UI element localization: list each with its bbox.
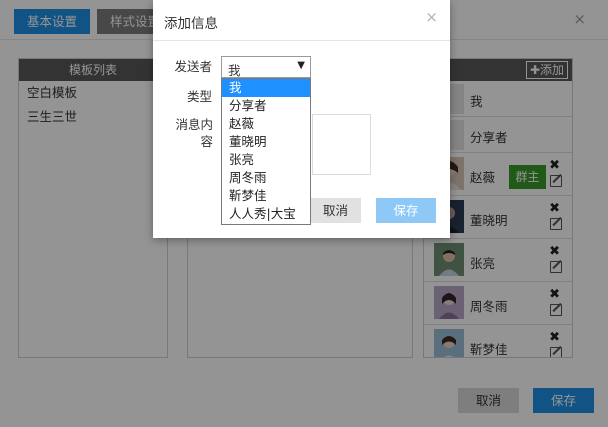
sender-option[interactable]: 靳梦佳 (222, 187, 310, 205)
content-label-line1: 消息内 (175, 117, 213, 132)
dialog-title: 添加信息 (164, 16, 218, 32)
chevron-down-icon: ▼ (297, 60, 305, 71)
sender-select-value: 我 (228, 63, 241, 78)
sender-option[interactable]: 我 (222, 79, 310, 97)
sender-option[interactable]: 分享者 (222, 97, 310, 115)
type-label: 类型 (186, 89, 212, 104)
sender-option[interactable]: 人人秀|大宝 (222, 205, 310, 223)
sender-option[interactable]: 张亮 (222, 151, 310, 169)
divider (153, 40, 450, 41)
sender-label: 发送者 (174, 59, 212, 74)
content-label-line2: 容 (200, 134, 213, 149)
content-label: 消息内 容 (165, 116, 213, 150)
sender-option[interactable]: 周冬雨 (222, 169, 310, 187)
sender-dropdown-list: 我 分享者 赵薇 董晓明 张亮 周冬雨 靳梦佳 人人秀|大宝 (221, 78, 311, 225)
sender-select[interactable]: 我 ▼ (221, 56, 311, 78)
dialog-close-icon[interactable]: × (425, 8, 438, 26)
sender-option[interactable]: 赵薇 (222, 115, 310, 133)
dialog-save-button[interactable]: 保存 (376, 198, 436, 223)
message-content-input[interactable] (312, 114, 371, 175)
sender-option[interactable]: 董晓明 (222, 133, 310, 151)
dialog-cancel-button[interactable]: 取消 (310, 198, 361, 223)
